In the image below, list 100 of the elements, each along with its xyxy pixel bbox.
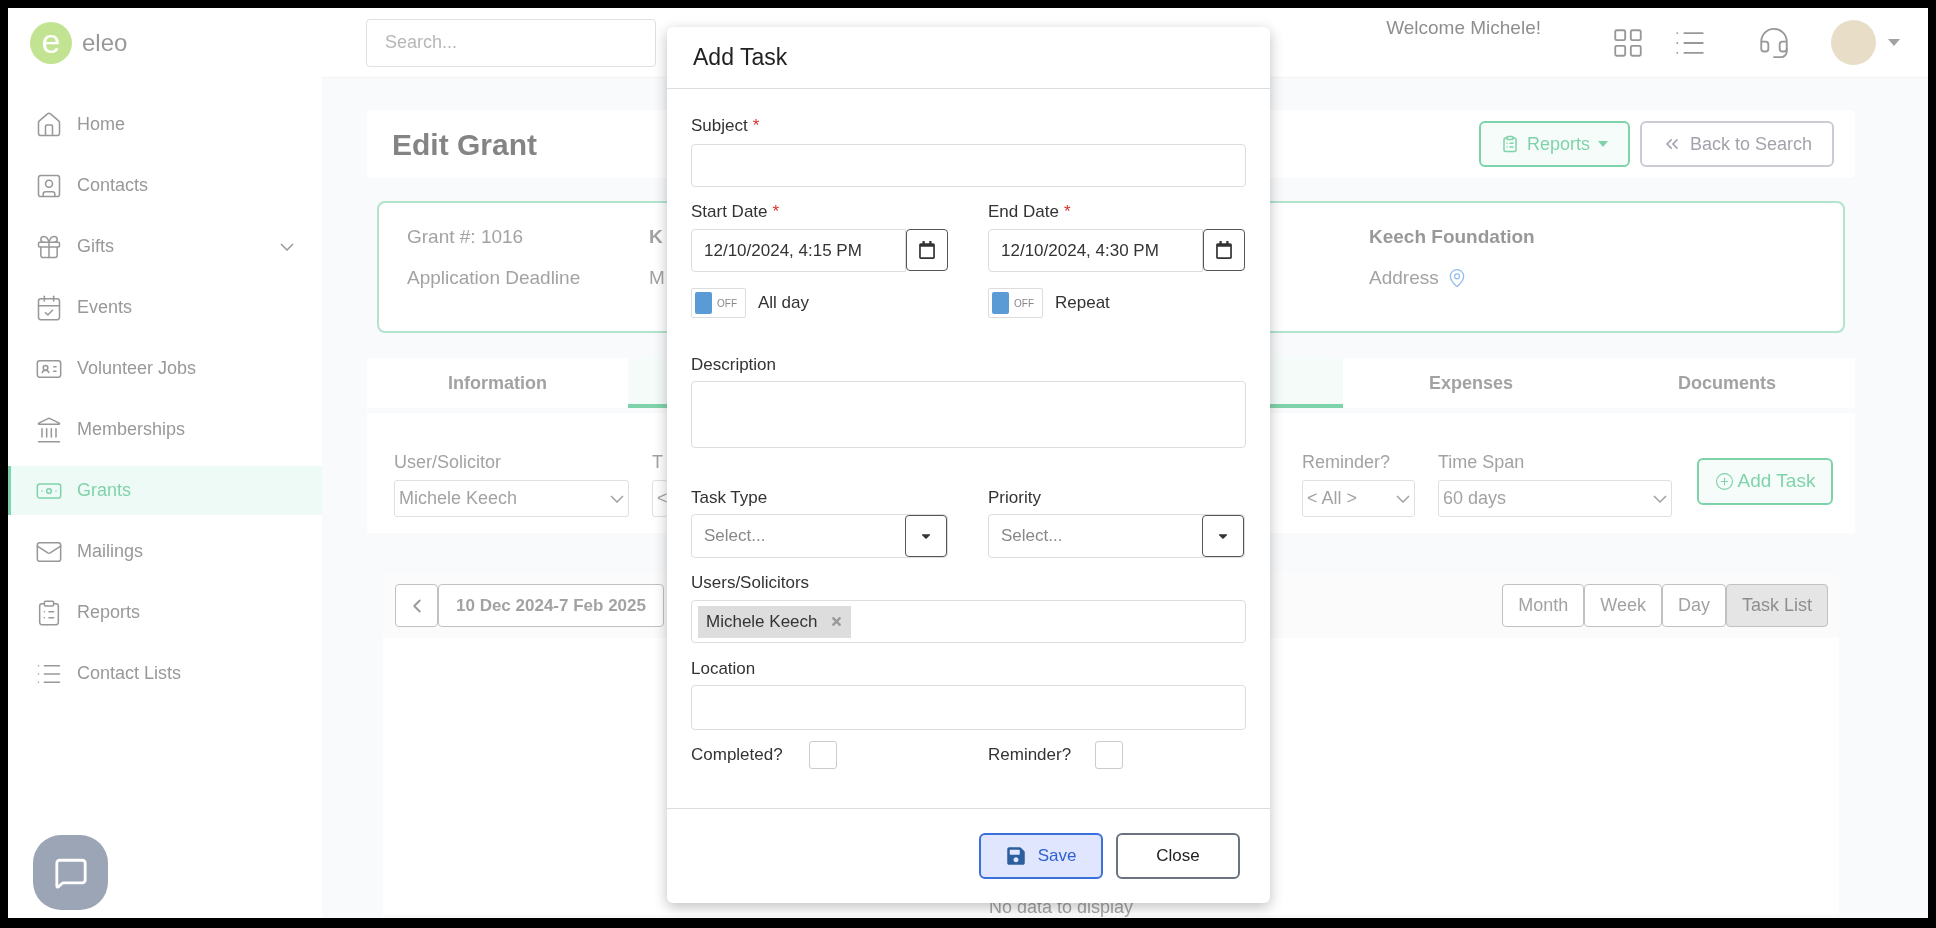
field-label: Users/Solicitors bbox=[691, 573, 810, 593]
calendar-icon bbox=[1215, 241, 1233, 259]
add-task-button[interactable]: Add Task bbox=[1697, 458, 1833, 505]
nav-label: Contacts bbox=[77, 174, 150, 197]
nav-icon bbox=[35, 110, 63, 139]
date-field[interactable]: 12/10/2024, 4:30 PM bbox=[988, 229, 1203, 272]
calendar-button[interactable] bbox=[1203, 229, 1245, 271]
field-label: End Date * bbox=[988, 202, 1072, 222]
nav-label: Volunteer Jobs bbox=[77, 357, 198, 380]
page-title: Edit Grant bbox=[392, 126, 537, 163]
field-label: Start Date * bbox=[691, 202, 781, 222]
nav-label: Gifts bbox=[77, 235, 115, 258]
filter-label: Reminder? bbox=[1302, 451, 1392, 474]
caret-icon[interactable] bbox=[1888, 39, 1900, 46]
report-icon bbox=[1500, 135, 1519, 153]
checkbox[interactable] bbox=[1095, 741, 1123, 769]
select-placeholder: Select... bbox=[704, 525, 767, 548]
checkbox[interactable] bbox=[809, 741, 837, 769]
dropdown-button[interactable] bbox=[1202, 515, 1244, 557]
field-label: Priority bbox=[988, 488, 1042, 508]
toggle-switch[interactable]: OFF bbox=[988, 288, 1043, 318]
dropdown-button[interactable] bbox=[905, 515, 947, 557]
view-button[interactable]: Month bbox=[1502, 584, 1585, 627]
grant-info-text: Grant #: 1016 bbox=[407, 225, 525, 249]
plus-circle-icon bbox=[1714, 472, 1734, 491]
filter-label: Time Span bbox=[1438, 451, 1526, 474]
nav-label: Events bbox=[77, 296, 134, 319]
chevron-icon bbox=[1396, 494, 1410, 503]
nav-label: Reports bbox=[77, 601, 142, 624]
date-field[interactable]: 12/10/2024, 4:15 PM bbox=[691, 229, 906, 272]
users-field[interactable]: Michele Keech bbox=[691, 600, 1246, 643]
logo-text: eleo bbox=[82, 28, 128, 58]
select-field[interactable]: Select... bbox=[691, 514, 948, 558]
back-to-search-button[interactable]: Back to Search bbox=[1639, 121, 1834, 167]
field-label: Description bbox=[691, 355, 777, 375]
sidebar-item[interactable]: Gifts bbox=[8, 222, 322, 271]
date-range-button[interactable]: 10 Dec 2024-7 Feb 2025 bbox=[438, 584, 664, 627]
chat-button[interactable] bbox=[33, 835, 108, 910]
filter-select[interactable]: < All > bbox=[1302, 480, 1415, 517]
dialog-title: Add Task bbox=[693, 43, 788, 73]
checkbox-label: Completed? bbox=[691, 744, 784, 767]
remove-icon[interactable] bbox=[829, 615, 843, 628]
welcome-text: Welcome Michele! bbox=[1386, 16, 1541, 40]
filter-label: T bbox=[652, 451, 664, 474]
view-button[interactable]: Task List bbox=[1725, 584, 1828, 627]
tab[interactable]: Documents bbox=[1599, 358, 1855, 408]
chevron-icon bbox=[280, 242, 294, 251]
close-button[interactable]: Close bbox=[1116, 833, 1240, 879]
calendar-icon bbox=[918, 241, 936, 259]
filter-select[interactable]: 60 days bbox=[1438, 480, 1672, 517]
select-field[interactable]: Select... bbox=[988, 514, 1245, 558]
select-placeholder: Select... bbox=[1001, 525, 1064, 548]
grant-info-text: M bbox=[649, 265, 665, 290]
nav-label: Home bbox=[77, 113, 126, 136]
grant-info-text: K bbox=[649, 225, 663, 249]
filter-select[interactable]: Michele Keech bbox=[394, 480, 629, 517]
headset-icon[interactable] bbox=[1757, 25, 1791, 60]
sidebar-item[interactable]: Events bbox=[8, 283, 322, 332]
field-label: Location bbox=[691, 659, 756, 679]
toggle-switch[interactable]: OFF bbox=[691, 288, 746, 318]
field-label: Subject * bbox=[691, 116, 761, 136]
calendar-button[interactable] bbox=[906, 229, 948, 271]
sidebar-item[interactable]: Grants bbox=[8, 466, 322, 515]
save-button[interactable]: Save bbox=[979, 833, 1103, 879]
tab[interactable]: Expenses bbox=[1343, 358, 1600, 408]
description-field[interactable] bbox=[691, 381, 1246, 448]
nav-label: Contact Lists bbox=[77, 662, 183, 685]
nav-label: Memberships bbox=[77, 418, 187, 441]
sidebar-item[interactable]: Home bbox=[8, 100, 322, 149]
sidebar-item[interactable]: Contacts bbox=[8, 161, 322, 210]
view-button[interactable]: Day bbox=[1661, 584, 1726, 627]
checkbox-label: Reminder? bbox=[988, 744, 1073, 767]
view-button[interactable]: Week bbox=[1584, 584, 1662, 627]
user-tag: Michele Keech bbox=[698, 605, 851, 638]
address-label: Address bbox=[1369, 265, 1439, 290]
sidebar-item[interactable]: Volunteer Jobs bbox=[8, 344, 322, 393]
avatar[interactable] bbox=[1831, 20, 1876, 65]
chevron-icon bbox=[1653, 494, 1667, 503]
search-field[interactable]: Search... bbox=[366, 18, 656, 67]
previous-button[interactable] bbox=[395, 584, 438, 627]
nav-label: Mailings bbox=[77, 540, 145, 563]
toggle-label: Repeat bbox=[1055, 292, 1110, 315]
tab[interactable]: Information bbox=[367, 358, 628, 408]
chevron-icon bbox=[610, 494, 624, 503]
nav-label: Grants bbox=[77, 479, 133, 502]
nav-icon bbox=[35, 293, 63, 322]
toggle-label: All day bbox=[758, 292, 810, 315]
sidebar-item[interactable]: Mailings bbox=[8, 527, 322, 576]
sidebar-item[interactable]: Memberships bbox=[8, 405, 322, 454]
filter-value: Michele Keech bbox=[399, 487, 519, 510]
caret-icon bbox=[1597, 141, 1608, 147]
filter-value: 60 days bbox=[1443, 487, 1508, 510]
field-label: Task Type bbox=[691, 488, 769, 508]
sidebar-item[interactable]: Contact Lists bbox=[8, 649, 322, 698]
location-field[interactable] bbox=[691, 685, 1246, 730]
sidebar-item[interactable]: Reports bbox=[8, 588, 322, 637]
logo-icon: e bbox=[30, 22, 72, 64]
subject-field[interactable] bbox=[691, 144, 1246, 187]
reports-button[interactable]: Reports bbox=[1478, 121, 1630, 167]
filter-label: User/Solicitor bbox=[394, 451, 503, 474]
